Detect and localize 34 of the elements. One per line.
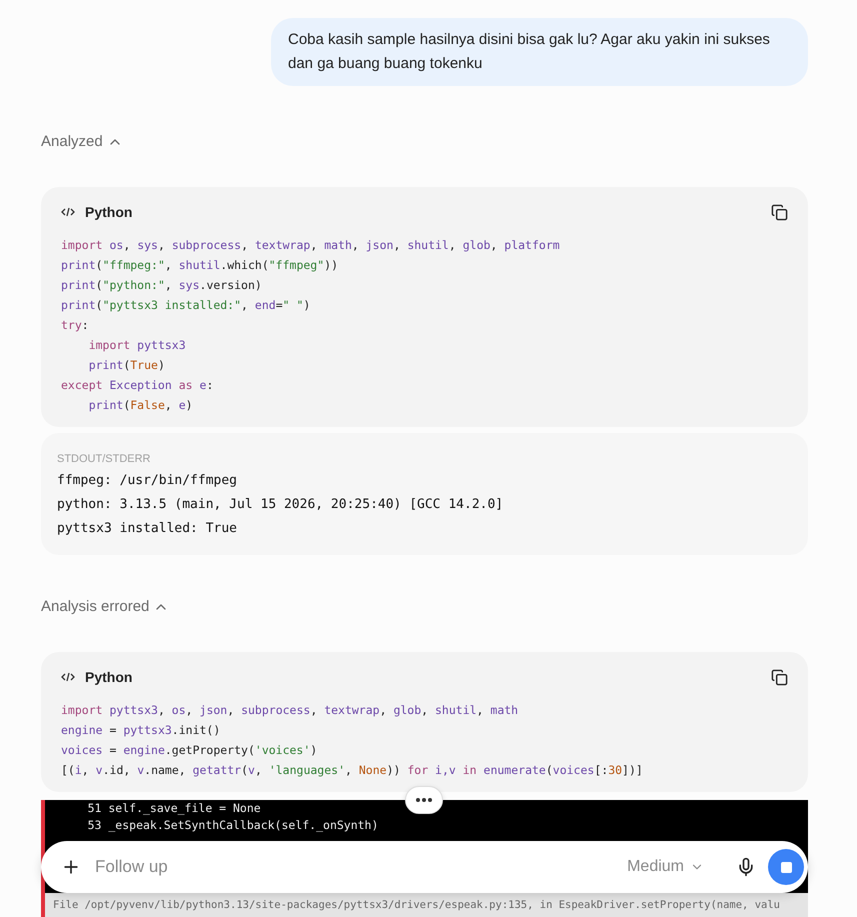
code-line: print("pyttsx3 installed:", end=" "): [61, 297, 312, 314]
stop-button[interactable]: [768, 849, 804, 885]
composer-field[interactable]: Follow up Medium: [41, 841, 808, 893]
code-line: [(i, v.id, v.name, getattr(v, 'languages', None)) for i,v in enumerate(voices[:30])]: [61, 762, 644, 779]
code-icon: [61, 207, 75, 217]
copy-icon: [771, 204, 788, 220]
code-line: voices = engine.getProperty('voices'): [61, 742, 318, 759]
code-line: import os, sys, subprocess, textwrap, math, json, shutil, glob, platform: [61, 237, 561, 254]
traceback-line: 51 self._save_file = None: [86, 800, 262, 817]
code-line: print("python:", sys.version): [61, 277, 263, 294]
code-line: print(False, e): [88, 397, 194, 414]
copy-button[interactable]: [771, 668, 788, 686]
code-line: engine = pyttsx3.init(): [61, 722, 222, 739]
ellipsis-icon: [416, 798, 432, 802]
language-label: Python: [85, 204, 134, 220]
code-line: except Exception as e:: [61, 377, 214, 394]
copy-icon: [771, 668, 788, 686]
code-line: import pyttsx3: [88, 337, 187, 354]
code-line: print(True): [88, 357, 166, 374]
traceback-line: 53 _espeak.SetSynthCallback(self._onSynth): [86, 817, 380, 834]
code-line: import pyttsx3, os, json, subprocess, textwrap, glob, shutil, math: [61, 702, 520, 719]
output-line: pyttsx3 installed: True: [57, 520, 238, 538]
status-toggle[interactable]: Analyzed: [41, 133, 123, 150]
output-line: ffmpeg: /usr/bin/ffmpeg: [57, 472, 238, 490]
output-line: python: 3.13.5 (main, Jul 15 2026, 20:25:40) [GCC 14.2.0]: [57, 496, 504, 514]
language-label: Python: [85, 669, 134, 685]
code-line: try:: [61, 317, 90, 334]
user-message: Coba kasih sample hasilnya disini bisa gak lu? Agar aku yakin ini sukses dan ga buang buang tokenku: [271, 18, 808, 86]
output-label: STDOUT/STDERR: [57, 453, 152, 465]
status-toggle[interactable]: Analysis errored: [41, 598, 170, 615]
code-icon: [61, 672, 75, 682]
copy-button[interactable]: [771, 204, 788, 220]
code-line: print("ffmpeg:", shutil.which("ffmpeg")): [61, 257, 339, 274]
model-selector[interactable]: Medium: [621, 857, 710, 877]
